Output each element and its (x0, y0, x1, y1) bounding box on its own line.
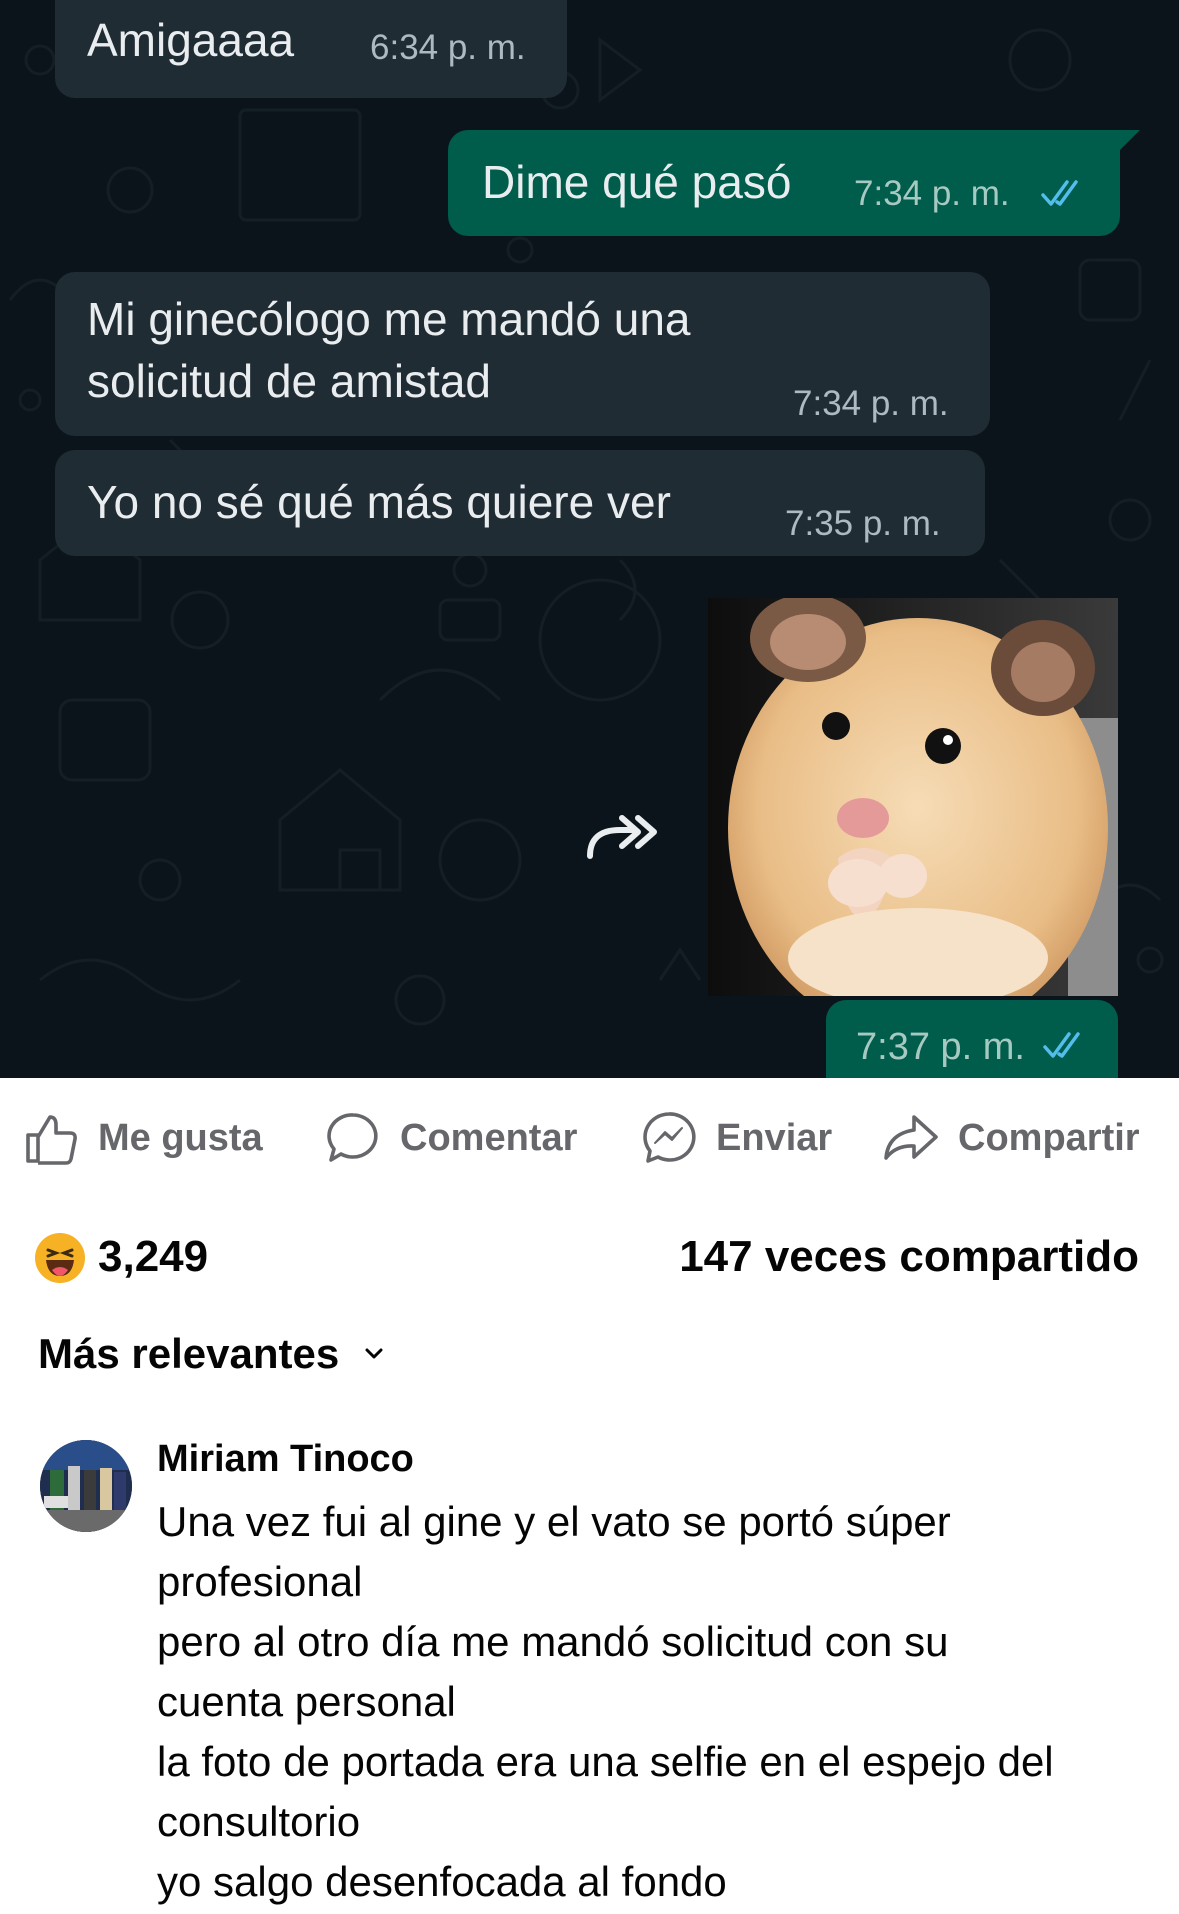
message-time: 7:34 p. m. (793, 384, 949, 423)
share-button[interactable]: Compartir (882, 1108, 1140, 1168)
thumbs-up-icon (26, 1115, 77, 1165)
bubble-tail (1118, 130, 1140, 152)
comments-sort-dropdown[interactable]: Más relevantes (38, 1330, 387, 1378)
comment-label: Comentar (400, 1116, 578, 1159)
chevron-down-icon (365, 1348, 383, 1359)
reaction-count[interactable]: 3,249 (98, 1232, 208, 1282)
message-bubble-outgoing[interactable]: Dime qué pasó 7:34 p. m. (448, 130, 1120, 236)
comment-line: yo salgo desenfocada al fondo (157, 1858, 727, 1905)
read-ticks-icon (1041, 180, 1078, 206)
hamster-sticker-image[interactable] (708, 598, 1118, 996)
message-time: 6:34 p. m. (370, 28, 526, 67)
speech-bubble-icon (327, 1113, 378, 1162)
message-bubble-incoming[interactable]: Mi ginecólogo me mandó una solicitud de … (55, 272, 990, 436)
comment-line: pero al otro día me mandó solicitud con … (157, 1618, 949, 1665)
comment-line: profesional (157, 1558, 363, 1605)
share-count[interactable]: 147 veces compartido (679, 1232, 1139, 1282)
share-arrow-icon (884, 1115, 938, 1160)
forward-icon[interactable] (576, 800, 666, 870)
comment-line: Una vez fui al gine y el vato se portó s… (157, 1498, 951, 1545)
message-text: Yo no sé qué más quiere ver (87, 476, 671, 528)
send-label: Enviar (716, 1116, 833, 1159)
share-label: Compartir (958, 1116, 1140, 1159)
like-label: Me gusta (98, 1116, 263, 1159)
post-action-bar: Me gusta Comentar Enviar Compartir (0, 1078, 1179, 1198)
messenger-icon (643, 1112, 696, 1163)
comment-line: cuenta personal (157, 1678, 456, 1725)
avatar[interactable] (40, 1440, 132, 1532)
comment-line: la foto de portada era una selfie en el … (157, 1738, 1054, 1785)
message-time: 7:34 p. m. (854, 174, 1010, 213)
post-stats: 3,249 147 veces compartido (0, 1220, 1179, 1300)
like-button[interactable]: Me gusta (22, 1108, 263, 1168)
sticker-timestamp: 7:37 p. m. (826, 1000, 1118, 1078)
message-time: 7:37 p. m. (856, 1026, 1025, 1068)
haha-emoji-icon[interactable] (34, 1232, 86, 1284)
message-bubble-incoming[interactable]: Yo no sé qué más quiere ver 7:35 p. m. (55, 450, 985, 556)
message-text: Mi ginecólogo me mandó una solicitud de … (87, 293, 691, 407)
comment-button[interactable]: Comentar (324, 1108, 577, 1168)
comment-author[interactable]: Miriam Tinoco (157, 1438, 414, 1481)
comment-line: consultorio (157, 1798, 361, 1845)
comment-text: Una vez fui al gine y el vato se portó s… (157, 1492, 1157, 1912)
sort-label: Más relevantes (38, 1330, 340, 1377)
hamster-illustration (708, 598, 1118, 996)
message-bubble-incoming[interactable]: Amigaaaa 6:34 p. m. (55, 0, 567, 98)
message-text: Dime qué pasó (482, 156, 792, 208)
send-button[interactable]: Enviar (640, 1108, 832, 1168)
read-ticks-icon (1043, 1032, 1080, 1058)
message-text: Amigaaaa (87, 14, 295, 66)
message-time: 7:35 p. m. (785, 504, 941, 543)
chat-screenshot: Amigaaaa 6:34 p. m. Dime qué pasó 7:34 p… (0, 0, 1179, 1078)
